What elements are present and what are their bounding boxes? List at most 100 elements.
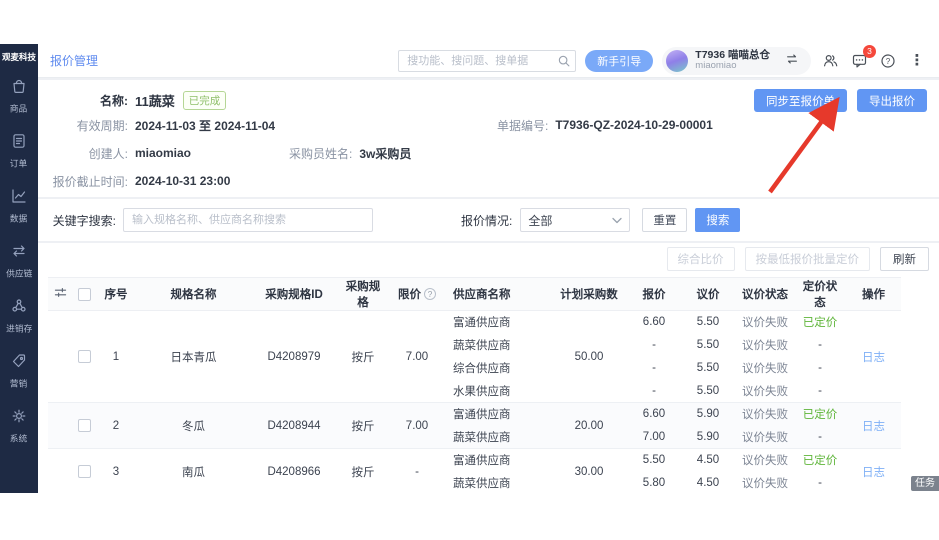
row-checkbox-cell bbox=[72, 403, 96, 449]
gear-icon bbox=[10, 407, 28, 428]
sidebar-item-label: 进销存 bbox=[6, 322, 32, 335]
sidebar-item-label: 供应链 bbox=[6, 267, 32, 280]
chart-icon bbox=[10, 187, 28, 208]
breadcrumb[interactable]: 报价管理 bbox=[50, 52, 98, 69]
team-icon[interactable] bbox=[820, 51, 840, 71]
supplier-row: 1日本青瓜D4208979按斤7.00富通供应商50.006.605.50议价失… bbox=[48, 311, 901, 334]
sidebar-item-orders[interactable]: 订单 bbox=[9, 132, 28, 170]
row-checkbox[interactable] bbox=[78, 465, 91, 478]
supplier-row: 2冬瓜D4208944按斤7.00富通供应商20.006.605.90议价失败已… bbox=[48, 403, 901, 426]
col-header-spec-id: 采购规格ID bbox=[251, 278, 337, 311]
column-settings[interactable] bbox=[48, 278, 72, 311]
batch-price-button[interactable]: 按最低报价批量定价 bbox=[745, 247, 871, 271]
action-cell: 日志 bbox=[846, 403, 901, 449]
sidebar-item-supply-chain[interactable]: 供应链 bbox=[5, 242, 34, 280]
supplier-row: 3南瓜D4208966按斤-富通供应商30.005.504.50议价失败已定价日… bbox=[48, 449, 901, 472]
bargain-status: 议价失败 bbox=[736, 357, 794, 380]
refresh-button[interactable]: 刷新 bbox=[880, 247, 929, 271]
row-seq: 3 bbox=[96, 449, 136, 494]
row-spacer bbox=[48, 403, 72, 449]
reset-button[interactable]: 重置 bbox=[642, 208, 687, 232]
log-link[interactable]: 日志 bbox=[862, 467, 885, 479]
global-search-input[interactable] bbox=[398, 50, 576, 72]
purchase-unit: 按斤 bbox=[337, 311, 389, 403]
topbar: 报价管理 新手引导 T7936 喵喵总仓 miaomiao bbox=[38, 44, 939, 78]
bargain-value: 5.50 bbox=[680, 380, 736, 403]
sidebar-item-label: 订单 bbox=[10, 157, 27, 170]
help-icon[interactable]: ? bbox=[878, 51, 898, 71]
message-icon[interactable]: 3 bbox=[849, 51, 869, 71]
sidebar-item-inventory[interactable]: 进销存 bbox=[5, 297, 34, 335]
user-menu[interactable]: T7936 喵喵总仓 miaomiao bbox=[662, 47, 811, 75]
sync-to-quote-button[interactable]: 同步至报价单 bbox=[754, 89, 847, 112]
sidebar-item-goods[interactable]: 商品 bbox=[9, 77, 28, 115]
search-icon[interactable] bbox=[557, 54, 571, 71]
table-row-group: 1日本青瓜D4208979按斤7.00富通供应商50.006.605.50议价失… bbox=[48, 311, 901, 403]
avatar bbox=[666, 50, 688, 72]
app-window: 观麦科技 商品 订单 数据 供应链 进销存 bbox=[0, 44, 939, 493]
message-count-badge: 3 bbox=[863, 45, 876, 58]
select-all-checkbox[interactable] bbox=[78, 288, 91, 301]
spec-id: D4208944 bbox=[251, 403, 337, 449]
spec-name: 南瓜 bbox=[136, 449, 251, 494]
quote-info-card: 名称: 11蔬菜 已完成 有效周期: 2024-11-03 至 2024-11-… bbox=[38, 80, 939, 197]
limit-help-icon[interactable]: ? bbox=[424, 288, 436, 300]
quote-status-label: 报价情况: bbox=[461, 212, 512, 229]
switch-account-icon[interactable] bbox=[785, 52, 799, 69]
spec-id: D4208966 bbox=[251, 449, 337, 494]
search-button[interactable]: 搜索 bbox=[695, 208, 740, 232]
bargain-value: 5.90 bbox=[680, 426, 736, 449]
log-link[interactable]: 日志 bbox=[862, 421, 885, 433]
doc-no-label: 单据编号: bbox=[497, 117, 548, 134]
plan-qty: 20.00 bbox=[550, 403, 628, 449]
sidebar-item-system[interactable]: 系统 bbox=[9, 407, 28, 445]
bargain-value: 4.50 bbox=[680, 449, 736, 472]
spec-id: D4208979 bbox=[251, 311, 337, 403]
keyword-input[interactable] bbox=[123, 208, 373, 232]
sidebar: 观麦科技 商品 订单 数据 供应链 进销存 bbox=[0, 44, 38, 493]
supplier-name: 蔬菜供应商 bbox=[445, 472, 550, 494]
newbie-guide-button[interactable]: 新手引导 bbox=[585, 50, 653, 72]
quote-value: 6.60 bbox=[628, 403, 680, 426]
bargain-status: 议价失败 bbox=[736, 311, 794, 334]
limit-price: - bbox=[389, 449, 445, 494]
col-header-spec-name: 规格名称 bbox=[136, 278, 251, 311]
bargain-status: 议价失败 bbox=[736, 449, 794, 472]
quote-table-card: 综合比价 按最低报价批量定价 刷新 序号 规格名称 bbox=[38, 243, 939, 493]
col-header-quote: 报价 bbox=[628, 278, 680, 311]
row-seq: 1 bbox=[96, 311, 136, 403]
bargain-value: 5.90 bbox=[680, 403, 736, 426]
bag-icon bbox=[10, 77, 28, 98]
user-account: miaomiao bbox=[695, 61, 770, 71]
more-options-icon[interactable]: ⋮ bbox=[907, 51, 927, 71]
keyword-label: 关键字搜索: bbox=[50, 212, 116, 229]
deadline-label: 报价截止时间: bbox=[50, 173, 128, 190]
svg-text:?: ? bbox=[886, 57, 891, 66]
global-search bbox=[398, 50, 576, 72]
col-header-price-status: 定价状态 bbox=[794, 278, 846, 311]
col-header-supplier: 供应商名称 bbox=[445, 278, 550, 311]
log-link[interactable]: 日志 bbox=[862, 352, 885, 364]
bargain-value: 5.50 bbox=[680, 357, 736, 380]
plan-qty: 30.00 bbox=[550, 449, 628, 494]
sidebar-item-marketing[interactable]: 营销 bbox=[9, 352, 28, 390]
validity-label: 有效周期: bbox=[50, 117, 128, 134]
sidebar-item-label: 营销 bbox=[10, 377, 27, 390]
spec-name: 冬瓜 bbox=[136, 403, 251, 449]
supplier-name: 富通供应商 bbox=[445, 403, 550, 426]
price-status: 已定价 bbox=[794, 311, 846, 334]
export-quote-button[interactable]: 导出报价 bbox=[857, 89, 927, 112]
col-header-unit: 采购规格 bbox=[337, 278, 389, 311]
action-cell: 日志 bbox=[846, 449, 901, 494]
quote-status-select[interactable]: 全部 bbox=[520, 208, 630, 232]
validity-value: 2024-11-03 至 2024-11-04 bbox=[135, 117, 275, 134]
bargain-status: 议价失败 bbox=[736, 334, 794, 357]
sidebar-item-data[interactable]: 数据 bbox=[9, 187, 28, 225]
compare-button[interactable]: 综合比价 bbox=[667, 247, 735, 271]
col-header-bargain-status: 议价状态 bbox=[736, 278, 794, 311]
row-checkbox[interactable] bbox=[78, 419, 91, 432]
bargain-value: 4.50 bbox=[680, 472, 736, 494]
task-float-tab[interactable]: 任务 bbox=[911, 476, 939, 491]
filter-bar: 关键字搜索: 报价情况: 全部 重置 搜索 bbox=[38, 199, 939, 241]
row-checkbox[interactable] bbox=[78, 350, 91, 363]
